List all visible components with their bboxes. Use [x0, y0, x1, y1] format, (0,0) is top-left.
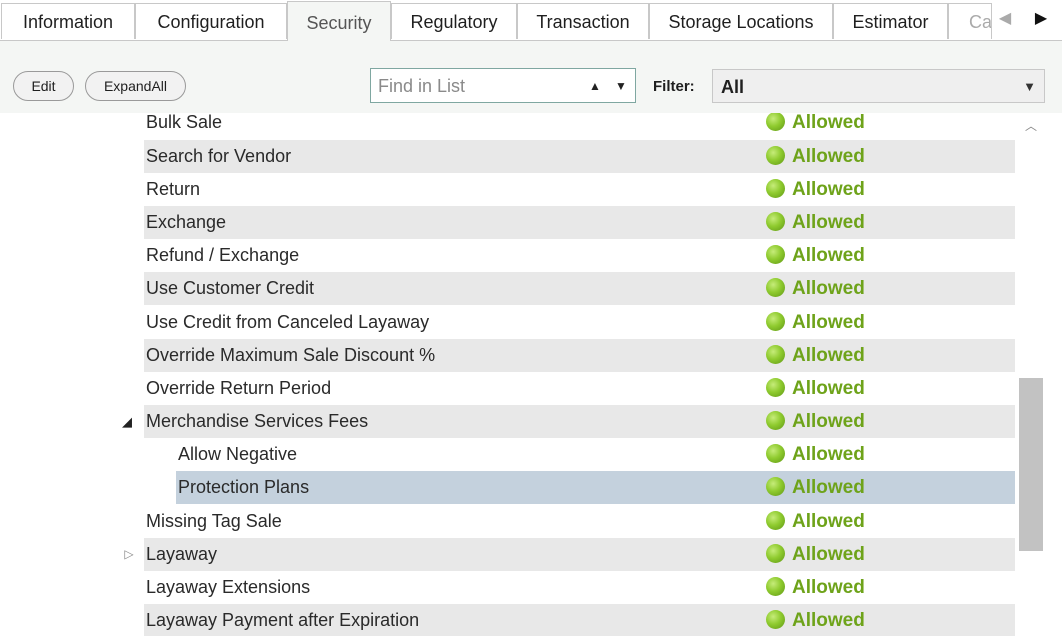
- permission-name: Allow Negative: [178, 444, 298, 464]
- status-text: Allowed: [792, 511, 865, 532]
- filter-select[interactable]: All ▼: [712, 69, 1045, 103]
- tab-clipped[interactable]: Ca: [948, 3, 992, 39]
- list-item[interactable]: Bulk Sale Allowed: [144, 113, 1015, 139]
- permission-name: Exchange: [146, 212, 227, 232]
- status-text: Allowed: [792, 411, 865, 432]
- status-dot-icon: [766, 245, 785, 264]
- status-dot-icon: [766, 378, 785, 397]
- find-in-list-input[interactable]: [376, 69, 575, 104]
- status-text: Allowed: [792, 245, 865, 266]
- list-item[interactable]: Use Customer Credit Allowed: [144, 272, 1015, 305]
- status-text: Allowed: [792, 146, 865, 167]
- tab-bar: Information Configuration Security Regul…: [0, 0, 1062, 41]
- find-previous-icon[interactable]: ▲: [586, 76, 604, 96]
- expand-triangle-icon[interactable]: ▷: [122, 547, 136, 561]
- list-item[interactable]: Layaway Extensions Allowed: [144, 571, 1015, 604]
- list-item[interactable]: Layaway Payment after Expiration Allowed: [144, 604, 1015, 636]
- permission-name: Refund / Exchange: [146, 245, 300, 265]
- list-item[interactable]: Exchange Allowed: [144, 206, 1015, 239]
- toolbar: Edit ExpandAll ▲ ▼ Filter: All ▼: [0, 41, 1062, 113]
- permission-name: Layaway: [146, 544, 218, 564]
- scroll-up-icon[interactable]: ︿: [1017, 119, 1045, 133]
- find-next-icon[interactable]: ▼: [612, 76, 630, 96]
- status-text: Allowed: [792, 113, 865, 133]
- status-dot-icon: [766, 278, 785, 297]
- status-text: Allowed: [792, 610, 865, 631]
- list-item[interactable]: Override Maximum Sale Discount % Allowed: [144, 339, 1015, 372]
- status-dot-icon: [766, 544, 785, 563]
- status-text: Allowed: [792, 444, 865, 465]
- permission-name: Override Return Period: [146, 378, 332, 398]
- permission-name: Search for Vendor: [146, 146, 292, 166]
- filter-value: All: [721, 77, 745, 97]
- tab-scroll-left-icon[interactable]: ◀: [996, 8, 1014, 30]
- expand-all-button[interactable]: ExpandAll: [85, 71, 186, 101]
- edit-button[interactable]: Edit: [13, 71, 74, 101]
- filter-label: Filter:: [653, 78, 695, 95]
- list-item[interactable]: Allow Negative Allowed: [176, 438, 1015, 471]
- list-item[interactable]: Use Credit from Canceled Layaway Allowed: [144, 306, 1015, 339]
- collapse-triangle-icon[interactable]: ◢: [120, 415, 134, 429]
- vertical-scrollbar[interactable]: ︿: [1017, 113, 1045, 636]
- permission-name: Return: [146, 179, 201, 199]
- status-dot-icon: [766, 345, 785, 364]
- tab-security[interactable]: Security: [287, 1, 391, 41]
- status-text: Allowed: [792, 577, 865, 598]
- status-dot-icon: [766, 511, 785, 530]
- permission-name: Use Credit from Canceled Layaway: [146, 312, 430, 332]
- permission-name: Use Customer Credit: [146, 278, 315, 298]
- list-item[interactable]: Merchandise Services Fees Allowed: [144, 405, 1015, 438]
- list-item[interactable]: Missing Tag Sale Allowed: [144, 505, 1015, 538]
- status-dot-icon: [766, 312, 785, 331]
- permission-name: Merchandise Services Fees: [146, 411, 369, 431]
- tab-estimator[interactable]: Estimator: [833, 3, 948, 39]
- permission-name: Bulk Sale: [146, 113, 223, 132]
- status-dot-icon: [766, 577, 785, 596]
- tab-storage-locations[interactable]: Storage Locations: [649, 3, 833, 39]
- status-text: Allowed: [792, 378, 865, 399]
- status-text: Allowed: [792, 278, 865, 299]
- status-text: Allowed: [792, 212, 865, 233]
- tab-transaction[interactable]: Transaction: [517, 3, 649, 39]
- status-text: Allowed: [792, 544, 865, 565]
- permission-name: Override Maximum Sale Discount %: [146, 345, 436, 365]
- tab-regulatory[interactable]: Regulatory: [391, 3, 517, 39]
- permission-name: Layaway Extensions: [146, 577, 311, 597]
- status-dot-icon: [766, 477, 785, 496]
- permission-list: Bulk Sale Allowed Search for Vendor Allo…: [0, 113, 1062, 636]
- scrollbar-thumb[interactable]: [1019, 378, 1043, 551]
- list-item[interactable]: Return Allowed: [144, 173, 1015, 206]
- permission-name: Protection Plans: [178, 477, 310, 497]
- status-text: Allowed: [792, 345, 865, 366]
- permission-name: Layaway Payment after Expiration: [146, 610, 420, 630]
- list-item[interactable]: Override Return Period Allowed: [144, 372, 1015, 405]
- list-item[interactable]: Refund / Exchange Allowed: [144, 239, 1015, 272]
- chevron-down-icon: ▼: [1023, 79, 1036, 94]
- find-in-list-box: ▲ ▼: [370, 68, 636, 104]
- status-dot-icon: [766, 212, 785, 231]
- status-dot-icon: [766, 411, 785, 430]
- status-text: Allowed: [792, 312, 865, 333]
- status-dot-icon: [766, 113, 785, 131]
- tab-information[interactable]: Information: [1, 3, 135, 39]
- status-dot-icon: [766, 179, 785, 198]
- tab-scroll-right-icon[interactable]: ▶: [1032, 8, 1050, 30]
- status-dot-icon: [766, 146, 785, 165]
- status-text: Allowed: [792, 179, 865, 200]
- status-dot-icon: [766, 444, 785, 463]
- list-item-selected[interactable]: Protection Plans Allowed: [176, 471, 1015, 504]
- list-item[interactable]: Search for Vendor Allowed: [144, 140, 1015, 173]
- permission-name: Missing Tag Sale: [146, 511, 282, 531]
- status-dot-icon: [766, 610, 785, 629]
- status-text: Allowed: [792, 477, 865, 498]
- list-item[interactable]: Layaway Allowed: [144, 538, 1015, 571]
- tab-configuration[interactable]: Configuration: [135, 3, 287, 39]
